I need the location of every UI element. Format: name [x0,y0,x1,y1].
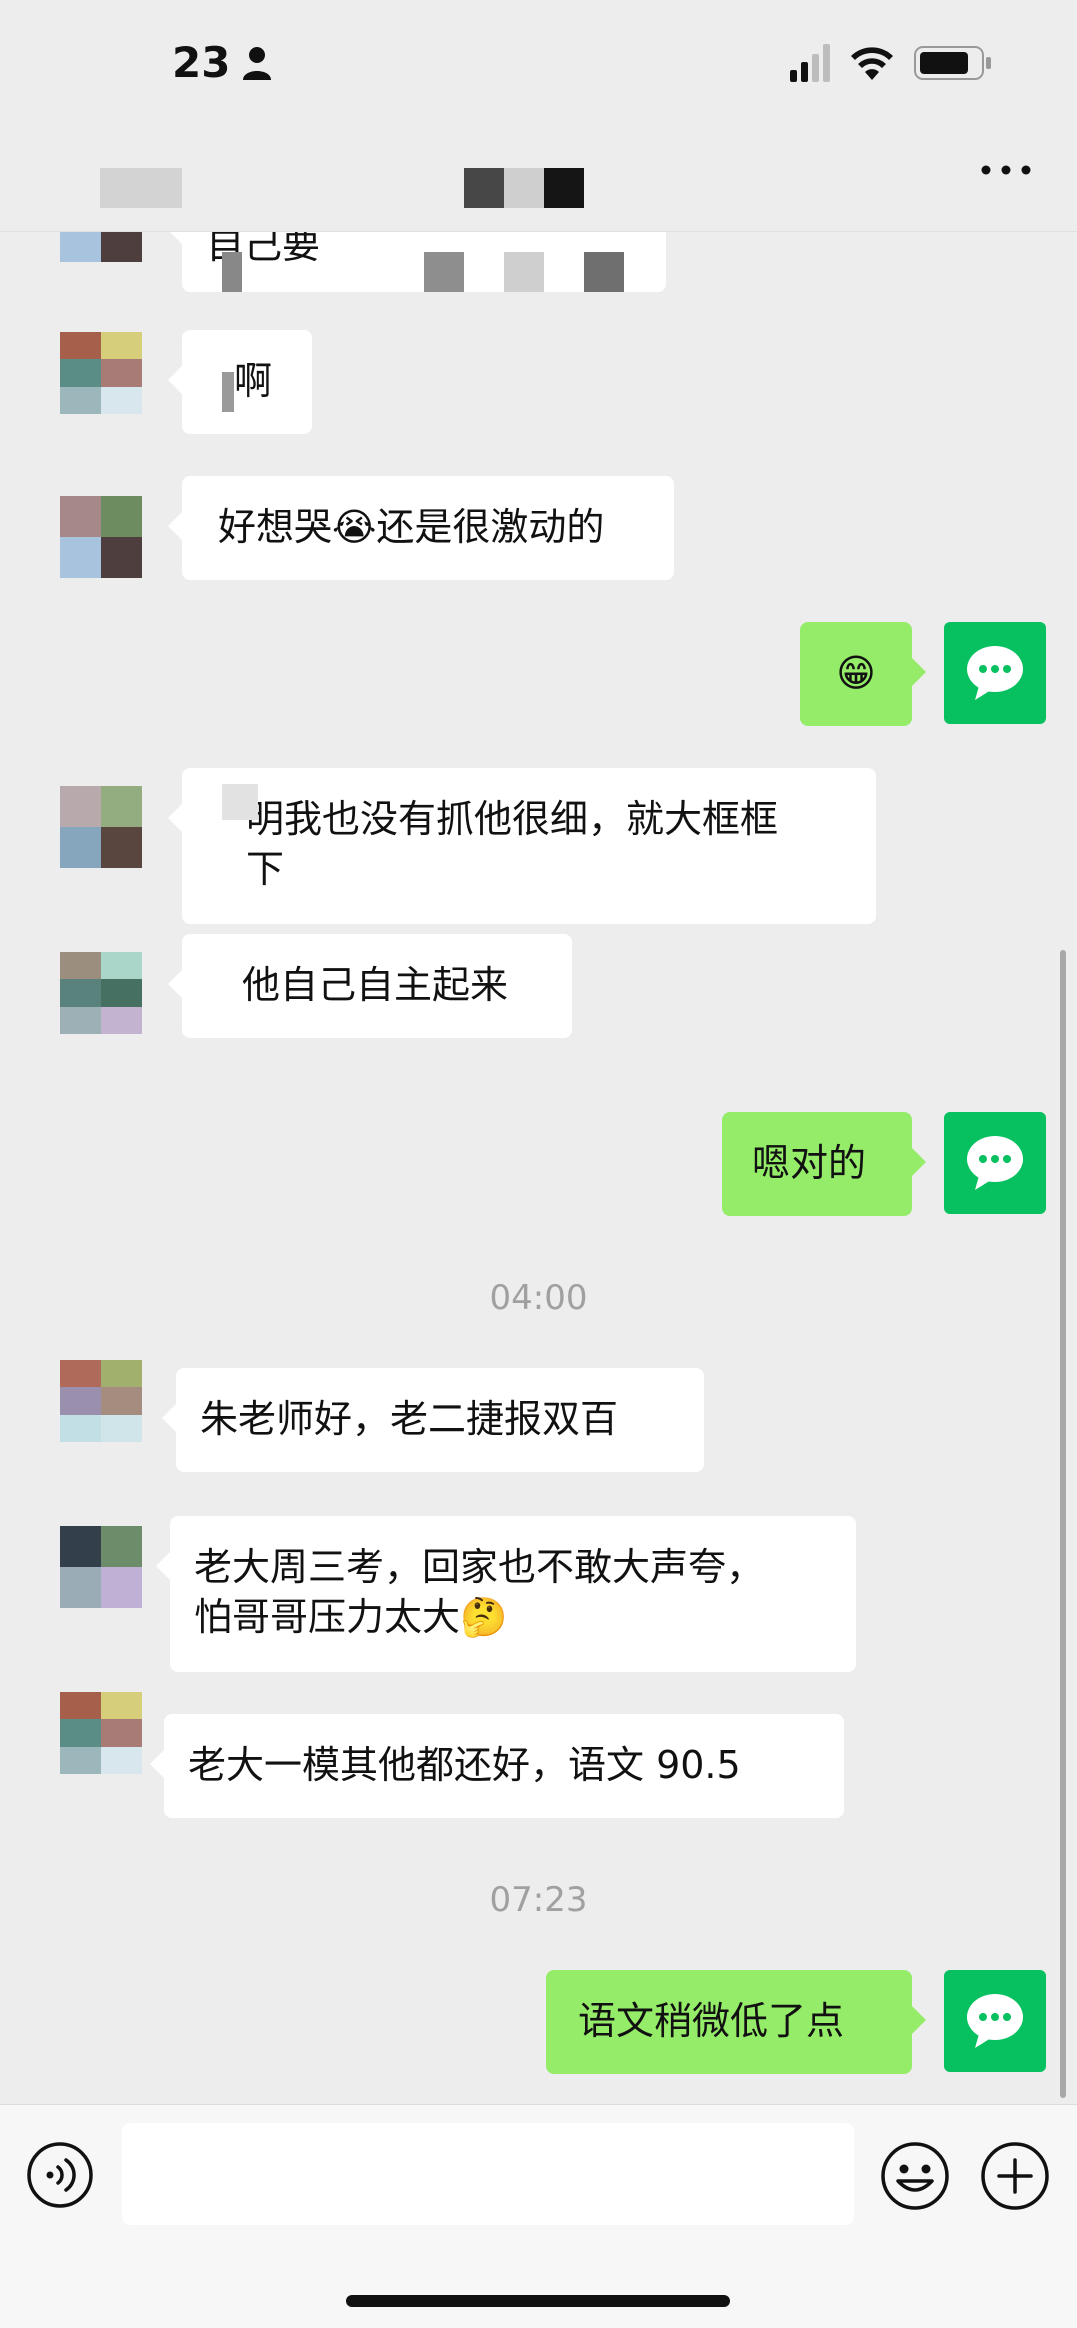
message-bubble-incoming[interactable]: 他自己自主起来 [168,934,572,1038]
redaction-block [222,784,258,820]
person-icon [243,47,271,80]
home-indicator[interactable] [346,2295,730,2307]
contact-avatar[interactable] [60,786,142,868]
contact-avatar[interactable] [60,496,142,578]
wechat-bubble-icon [967,1136,1023,1190]
chat-header [0,120,1077,232]
battery-icon [914,46,991,80]
message-bubble-incoming[interactable]: 朱老师好，老二捷报双百 [162,1368,704,1472]
wifi-icon [851,47,893,80]
message-timestamp: 04:00 [489,1278,588,1318]
message-bubble-incoming[interactable]: 明我也没有抓他很细，就大框框 下 [168,768,876,924]
contact-avatar[interactable] [60,1360,142,1442]
message-text-input[interactable] [122,2123,854,2225]
redaction-block [222,252,242,292]
message-bubble-incoming[interactable]: 老大周三考，回家也不敢大声夸， 怕哥哥压力太大🤔 [156,1516,856,1672]
message-bubble-outgoing[interactable]: 嗯对的 [722,1112,926,1216]
status-time: 23 [172,38,231,87]
chat-title-mosaic [464,168,584,208]
wechat-bubble-icon [967,1994,1023,2048]
contact-avatar[interactable] [60,332,142,414]
message-bubble-incoming[interactable]: 老大一模其他都还好，语文 90.5 [150,1714,844,1818]
contact-avatar[interactable] [60,1692,142,1774]
voice-input-icon[interactable] [26,2141,94,2209]
more-options-icon[interactable] [980,160,1032,180]
redaction-block [222,372,234,412]
message-bubble-outgoing[interactable]: 😁 [800,622,926,726]
status-bar: 23 [0,0,1077,120]
message-bubble-incoming[interactable]: 好想哭😭还是很激动的 [168,476,674,580]
chat-input-bar [0,2104,1077,2328]
my-avatar[interactable] [944,1970,1046,2072]
chat-scrollbar[interactable] [1060,950,1066,2098]
my-avatar[interactable] [944,1112,1046,1214]
signal-icon [790,44,830,82]
message-bubble-outgoing[interactable]: 语文稍微低了点 [546,1970,926,2074]
message-bubble-incoming[interactable]: 啊 [168,330,312,434]
emoji-icon[interactable] [880,2141,950,2211]
my-avatar[interactable] [944,622,1046,724]
plus-icon[interactable] [980,2141,1050,2211]
redaction-block [584,252,624,292]
back-button-blurred[interactable] [100,168,182,208]
message-timestamp: 07:23 [489,1880,588,1920]
redaction-block [504,252,544,292]
contact-avatar[interactable] [60,232,142,262]
wechat-bubble-icon [967,646,1023,700]
contact-avatar[interactable] [60,952,142,1034]
redaction-block [424,252,464,292]
contact-avatar[interactable] [60,1526,142,1608]
chat-message-list[interactable]: 自己要 啊 好想哭😭还是很激动的 😁 明我也没有抓他很细，就大框框 下 他自己自… [0,232,1077,2104]
